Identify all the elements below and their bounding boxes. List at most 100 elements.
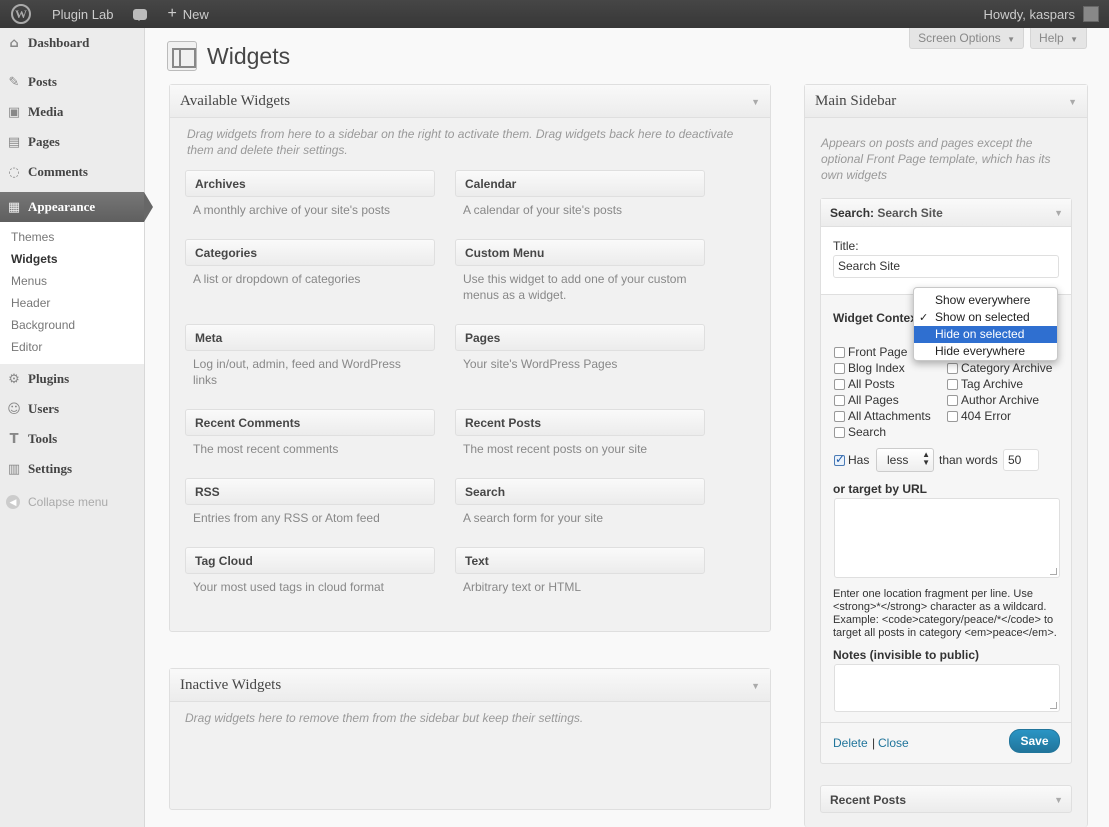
help-label: Help (1039, 31, 1064, 45)
collapse-label: Collapse menu (28, 495, 109, 509)
context-option-label: Show everywhere (935, 293, 1031, 307)
menu-item-users[interactable]: ☺ Users (0, 394, 144, 424)
save-button[interactable]: Save (1009, 729, 1060, 753)
delete-link[interactable]: Delete (833, 736, 868, 750)
context-option[interactable]: Hide everywhere (914, 343, 1057, 360)
settings-icon: ▥ (7, 461, 21, 477)
submenu-item-menus[interactable]: Menus (0, 270, 144, 292)
widget-type: Search: (830, 206, 875, 220)
context-option-label: Hide on selected (935, 327, 1025, 341)
toggle-arrow-icon[interactable]: ▼ (751, 681, 760, 691)
widget-description: A monthly archive of your site's posts (193, 203, 391, 217)
available-widget[interactable]: Tag Cloud (185, 547, 435, 574)
available-widget[interactable]: Meta (185, 324, 435, 351)
wordpress-logo-button[interactable]: W (0, 0, 42, 28)
menu-label: Posts (28, 74, 57, 89)
menu-item-appearance[interactable]: ▦ Appearance (0, 192, 153, 222)
resize-grip-icon[interactable] (1050, 568, 1057, 575)
main-sidebar-header[interactable]: Main Sidebar ▼ (805, 85, 1087, 118)
context-checkbox-label: Search (848, 425, 887, 439)
comments-button[interactable] (123, 0, 157, 28)
context-option[interactable]: Hide on selected (914, 326, 1057, 343)
available-widget[interactable]: RSS (185, 478, 435, 505)
title-input[interactable]: Search Site (833, 255, 1059, 278)
submenu-item-header[interactable]: Header (0, 292, 144, 314)
context-checkbox[interactable] (834, 347, 845, 358)
search-widget-header[interactable]: Search: Search Site ▼ (821, 199, 1071, 227)
notes-label: Notes (invisible to public) (833, 648, 980, 662)
menu-item-posts[interactable]: ✎ Posts (0, 67, 144, 97)
submenu-item-widgets[interactable]: Widgets (0, 248, 144, 270)
menu-label: Media (28, 104, 64, 119)
available-widget[interactable]: Search (455, 478, 705, 505)
has-words-checkbox[interactable] (834, 452, 845, 466)
context-checkbox[interactable] (834, 411, 845, 422)
toggle-arrow-icon[interactable]: ▼ (751, 97, 760, 107)
inactive-widgets-header[interactable]: Inactive Widgets ▼ (170, 669, 770, 702)
available-widget[interactable]: Calendar (455, 170, 705, 197)
comments-icon: ◌ (8, 164, 20, 180)
available-widget[interactable]: Custom Menu (455, 239, 705, 266)
submenu-item-themes[interactable]: Themes (0, 226, 144, 248)
account-menu[interactable]: Howdy, kaspars (973, 0, 1109, 28)
site-name-link[interactable]: Plugin Lab (42, 0, 123, 28)
wordpress-logo-icon: W (11, 4, 31, 24)
context-checkbox[interactable] (947, 411, 958, 422)
plus-icon: + (167, 5, 177, 22)
context-checkbox[interactable] (947, 395, 958, 406)
context-checkbox[interactable] (947, 363, 958, 374)
toggle-arrow-icon[interactable]: ▼ (1068, 97, 1077, 107)
screen-options-button[interactable]: Screen Options ▼ (909, 28, 1025, 49)
available-widget[interactable]: Categories (185, 239, 435, 266)
widget-description: Log in/out, admin, feed and WordPress li… (193, 357, 401, 387)
widget-context-dropdown[interactable]: Show everywhere ✓ Show on selected Hide on … (913, 287, 1058, 361)
context-checkbox[interactable] (834, 427, 845, 438)
word-count-input[interactable]: 50 (1003, 449, 1039, 471)
menu-item-dashboard[interactable]: ⌂ Dashboard (0, 28, 144, 58)
context-checkbox[interactable] (947, 379, 958, 390)
menu-label: Users (28, 401, 60, 416)
widget-name: Recent Comments (195, 416, 301, 430)
resize-grip-icon[interactable] (1050, 702, 1057, 709)
help-line: target all posts in category <em>peace</… (833, 627, 1057, 639)
help-button[interactable]: Help ▼ (1030, 28, 1087, 49)
help-line: Example: <code>category/peace/*</code> t… (833, 614, 1054, 626)
context-option[interactable]: ✓ Show on selected (914, 309, 1057, 326)
menu-item-media[interactable]: ▣ Media (0, 97, 144, 127)
available-widgets-header[interactable]: Available Widgets ▼ (170, 85, 770, 118)
menu-item-plugins[interactable]: ⚙ Plugins (0, 364, 144, 394)
notes-textarea[interactable] (834, 664, 1060, 712)
url-textarea[interactable] (834, 498, 1060, 578)
widget-description: Your most used tags in cloud format (193, 580, 384, 594)
menu-item-settings[interactable]: ▥ Settings (0, 454, 144, 484)
submenu-item-background[interactable]: Background (0, 314, 144, 336)
appearance-icon: ▦ (7, 199, 21, 215)
available-widget[interactable]: Recent Comments (185, 409, 435, 436)
new-content-button[interactable]: + New (157, 0, 218, 28)
collapse-menu-button[interactable]: ◀ Collapse menu (0, 487, 144, 517)
menu-item-comments[interactable]: ◌ Comments (0, 157, 144, 187)
context-checkbox[interactable] (834, 363, 845, 374)
menu-item-tools[interactable]: T Tools (0, 424, 144, 454)
toggle-arrow-icon[interactable]: ▼ (1054, 795, 1063, 805)
available-widget[interactable]: Text (455, 547, 705, 574)
context-checkbox-label: Tag Archive (961, 377, 1024, 391)
recent-posts-widget[interactable]: Recent Posts ▼ (820, 785, 1072, 813)
widget-description: Entries from any RSS or Atom feed (193, 511, 380, 525)
available-widget[interactable]: Recent Posts (455, 409, 705, 436)
context-option[interactable]: Show everywhere (914, 292, 1057, 309)
context-checkbox[interactable] (834, 395, 845, 406)
widget-name: Pages (465, 331, 501, 345)
toggle-arrow-icon[interactable]: ▼ (1054, 208, 1063, 218)
widget-description: A search form for your site (463, 511, 604, 525)
available-widget[interactable]: Archives (185, 170, 435, 197)
close-link[interactable]: Close (878, 736, 909, 750)
submenu-item-editor[interactable]: Editor (0, 336, 144, 358)
comparator-select[interactable]: less ▲ ▼ (876, 448, 934, 472)
context-checkbox[interactable] (834, 379, 845, 390)
collapse-arrow-icon: ◀ (6, 495, 20, 509)
menu-item-pages[interactable]: ▤ Pages (0, 127, 144, 157)
widget-description: Arbitrary text or HTML (463, 580, 582, 594)
available-widget[interactable]: Pages (455, 324, 705, 351)
admin-menu: ⌂ Dashboard ✎ Posts ▣ Media ▤ Pages ◌ Co… (0, 28, 153, 827)
